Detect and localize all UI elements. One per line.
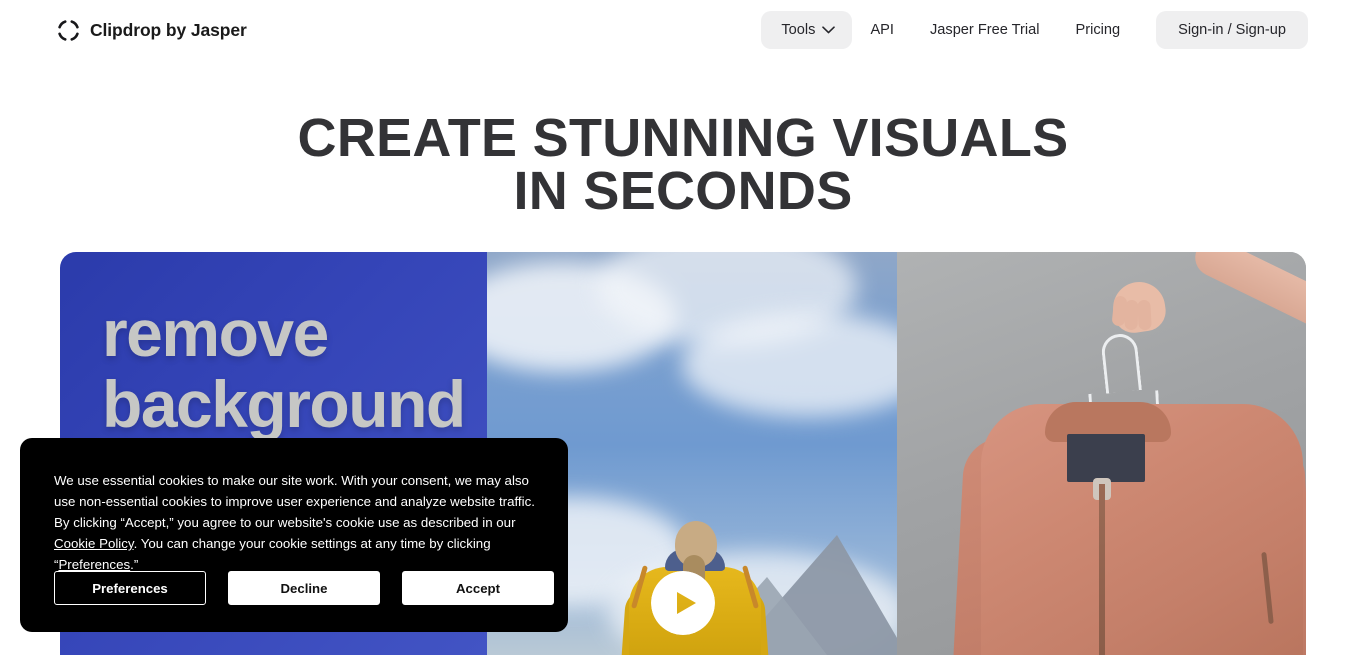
cookie-consent-text: We use essential cookies to make our sit… (54, 470, 536, 575)
play-video-button[interactable] (651, 571, 715, 635)
cookie-text-part-1: We use essential cookies to make our sit… (54, 473, 535, 530)
page-title: CREATE STUNNING VISUALS IN SECONDS (297, 108, 1069, 221)
decline-button-label: Decline (280, 580, 328, 596)
nav-item-jasper-free-trial-label: Jasper Free Trial (929, 22, 1040, 38)
sign-in-sign-up-button[interactable]: Sign-in / Sign-up (1156, 11, 1308, 49)
model-finger (1124, 299, 1139, 331)
sign-in-sign-up-label: Sign-in / Sign-up (1178, 22, 1286, 38)
nav-item-api[interactable]: API (852, 11, 912, 49)
jacket-photo-panel[interactable] (897, 252, 1306, 655)
nav-item-jasper-free-trial[interactable]: Jasper Free Trial (912, 11, 1058, 49)
accept-button[interactable]: Accept (402, 571, 554, 605)
preferences-button[interactable]: Preferences (54, 571, 206, 605)
main-navigation: Tools API Jasper Free Trial Pricing Sign… (761, 11, 1308, 49)
preferences-button-label: Preferences (92, 580, 168, 596)
clipdrop-bracket-icon (58, 20, 79, 41)
brand-name: Clipdrop by Jasper (90, 20, 247, 41)
clipdrop-landing-page: Clipdrop by Jasper Tools API Jasper Free… (0, 0, 1366, 655)
accept-button-label: Accept (456, 580, 500, 596)
cookie-consent-actions: Preferences Decline Accept (54, 571, 554, 605)
decline-button[interactable]: Decline (228, 571, 380, 605)
nav-item-tools[interactable]: Tools (761, 11, 853, 49)
nav-item-tools-label: Tools (781, 22, 816, 38)
jacket-zipper (1099, 484, 1105, 655)
nav-item-pricing[interactable]: Pricing (1057, 11, 1138, 49)
jacket-brand-label (1067, 434, 1145, 482)
site-header: Clipdrop by Jasper Tools API Jasper Free… (0, 0, 1366, 60)
cookie-text-part-3: .” (130, 557, 139, 572)
cookie-consent-banner: We use essential cookies to make our sit… (20, 438, 568, 632)
cookie-policy-link[interactable]: Cookie Policy (54, 536, 134, 551)
brand-name-primary: Clipdrop (90, 20, 162, 40)
brand-logo[interactable]: Clipdrop by Jasper (58, 17, 247, 44)
cookie-preferences-link[interactable]: Preferences (58, 557, 130, 572)
nav-item-pricing-label: Pricing (1075, 22, 1121, 38)
brand-name-secondary: by Jasper (165, 20, 247, 40)
remove-background-caption: remove background (102, 296, 466, 441)
chevron-down-icon (822, 22, 836, 38)
model-finger (1137, 299, 1152, 331)
nav-item-api-label: API (870, 22, 894, 38)
